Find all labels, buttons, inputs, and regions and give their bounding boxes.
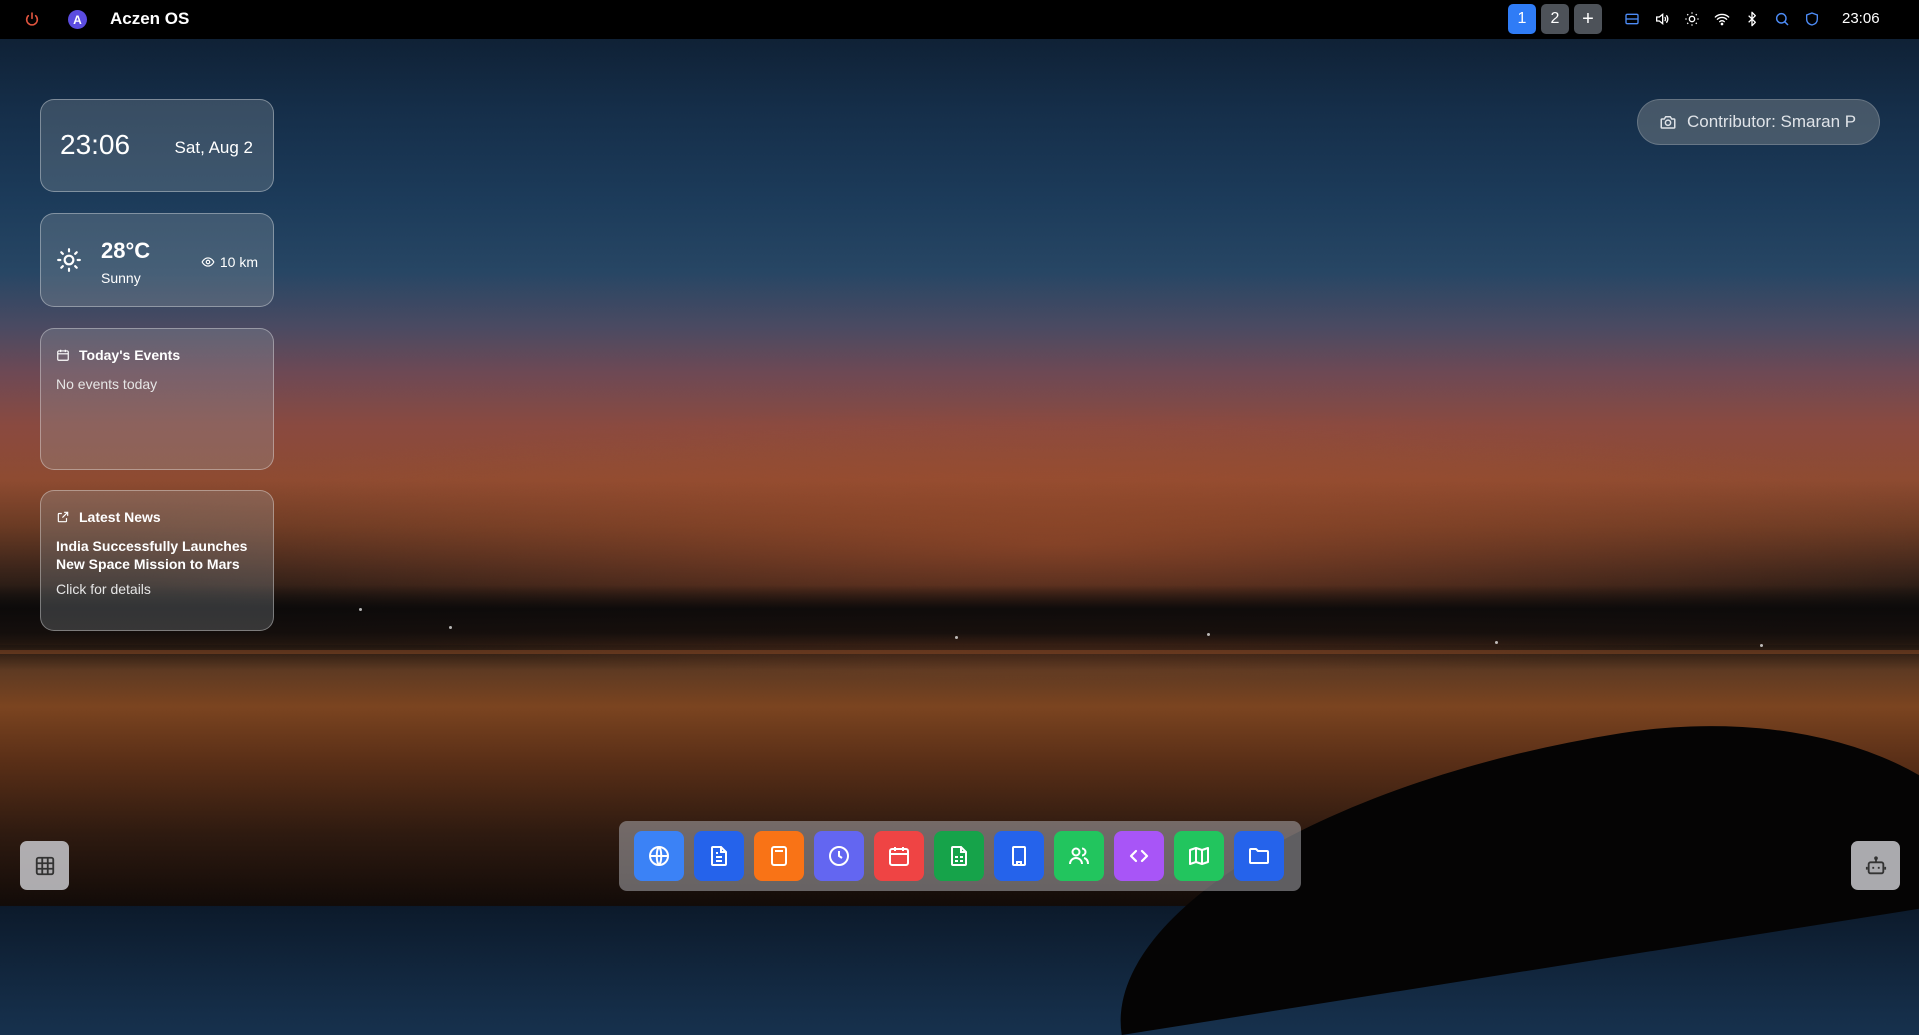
news-title: Latest News [79,509,161,525]
wallpaper-light [955,636,958,639]
wallpaper-light [1495,641,1498,644]
workspace-1-button[interactable]: 1 [1508,4,1536,34]
wallpaper-reflection [0,650,1919,654]
workspace-2-button[interactable]: 2 [1541,4,1569,34]
news-header: Latest News [56,509,161,525]
dock-calculator-app[interactable] [754,831,804,881]
wallpaper-treeline [0,585,1919,645]
sun-icon [57,248,81,272]
visibility-value: 10 km [219,254,258,270]
news-details-link[interactable]: Click for details [56,581,151,597]
document-icon [711,846,727,866]
weather-condition: Sunny [101,270,141,286]
clock-date: Sat, Aug 2 [174,138,253,157]
dock-browser-app[interactable] [634,831,684,881]
wifi-icon[interactable] [1714,11,1730,27]
brightness-icon[interactable] [1684,11,1700,27]
dock-contacts-app[interactable] [1054,831,1104,881]
add-workspace-button[interactable]: + [1574,4,1602,34]
users-icon [1069,847,1089,865]
clock-widget: 23:06 Sat, Aug 2 [40,99,274,192]
dock-spreadsheet-app[interactable] [934,831,984,881]
wallpaper-light [449,626,452,629]
calendar-icon [889,847,909,866]
camera-icon [1660,116,1676,129]
spreadsheet-icon [951,846,967,866]
power-icon[interactable] [24,11,40,27]
shield-icon[interactable] [1804,11,1820,27]
avatar[interactable]: A [68,10,87,29]
dock [619,821,1301,891]
wallpaper-light [1207,633,1210,636]
app-title: Aczen OS [110,9,190,28]
building-icon [1012,846,1026,866]
bluetooth-icon[interactable] [1744,11,1760,27]
wallpaper-light [359,608,362,611]
dock-files-app[interactable] [1234,831,1284,881]
top-bar-clock: 23:06 [1842,10,1880,27]
folder-icon [1249,848,1269,864]
news-widget[interactable]: Latest News India Successfully Launches … [40,490,274,631]
weather-widget: 28°C Sunny 10 km [40,213,274,307]
dock-calendar-app[interactable] [874,831,924,881]
taskbar-icon[interactable] [1624,11,1640,27]
calculator-icon [771,846,787,866]
globe-icon [649,846,669,866]
assistant-button[interactable] [1851,841,1900,890]
dock-documents-app[interactable] [694,831,744,881]
eye-icon [201,257,215,267]
calendar-icon [57,349,69,361]
search-icon[interactable] [1774,11,1790,27]
wallpaper-contributor[interactable]: Contributor: Smaran P [1637,99,1880,145]
events-empty-text: No events today [56,376,158,392]
external-link-icon [57,511,69,523]
dock-office-app[interactable] [994,831,1044,881]
dock-code-editor-app[interactable] [1114,831,1164,881]
events-widget[interactable]: Today's Events No events today [40,328,274,470]
contributor-text: Contributor: Smaran P [1687,112,1857,131]
events-header: Today's Events [56,347,180,363]
app-launcher-button[interactable] [20,841,69,890]
volume-icon[interactable] [1654,11,1670,27]
map-icon [1189,847,1209,865]
clock-time: 23:06 [60,129,131,160]
wallpaper-light [1760,644,1763,647]
clock-icon [829,846,849,866]
events-title: Today's Events [79,347,181,363]
top-bar: A Aczen OS 1 2 + 23:06 [0,0,1919,39]
weather-visibility: 10 km [201,254,258,270]
news-headline[interactable]: India Successfully Launches New Space Mi… [56,537,261,573]
code-icon [1129,849,1149,863]
dock-maps-app[interactable] [1174,831,1224,881]
grid-icon [35,856,54,875]
dock-clock-app[interactable] [814,831,864,881]
weather-temperature: 28°C [101,238,151,263]
robot-icon [1865,855,1886,874]
